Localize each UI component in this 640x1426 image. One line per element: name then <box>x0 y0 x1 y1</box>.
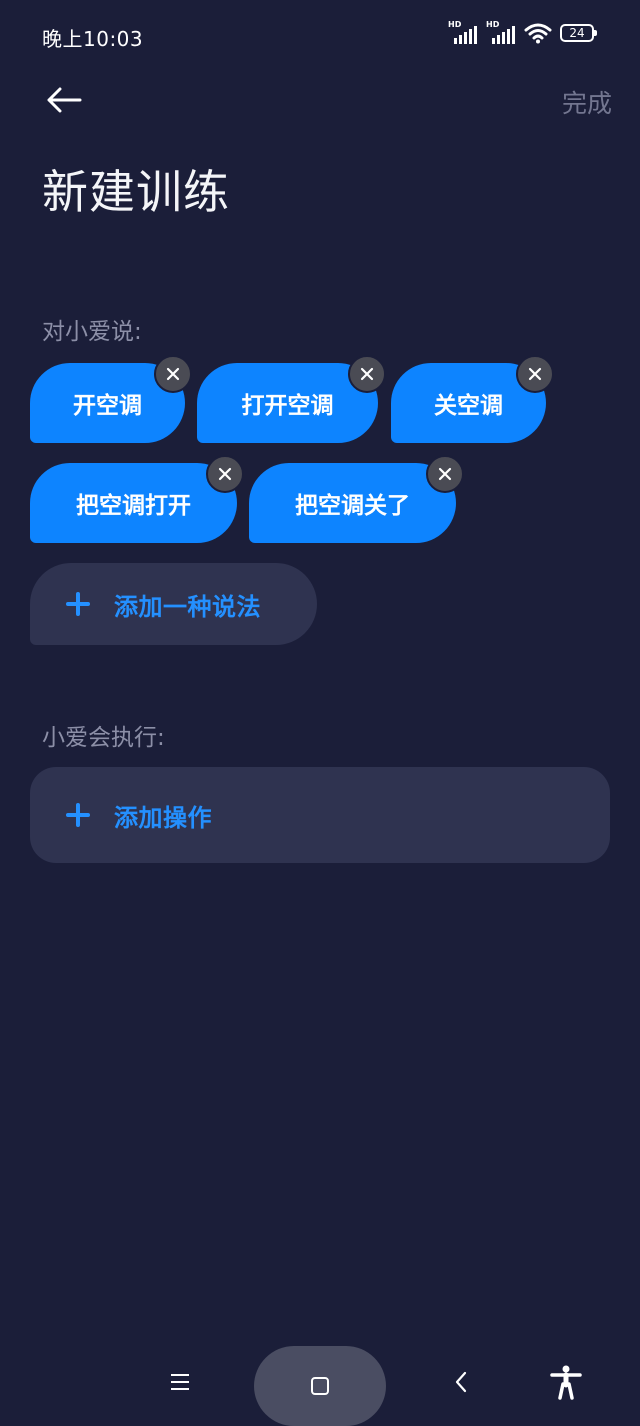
remove-phrase-button[interactable] <box>206 455 244 493</box>
remove-phrase-button[interactable] <box>348 355 386 393</box>
add-phrase-button[interactable]: 添加一种说法 <box>30 563 317 645</box>
close-icon <box>360 367 374 381</box>
accessibility-button[interactable] <box>548 1364 584 1400</box>
page-title: 新建训练 <box>42 165 230 219</box>
phrase-chip-label: 把空调打开 <box>76 493 191 519</box>
back-button[interactable] <box>42 80 86 120</box>
execute-section-label: 小爱会执行: <box>42 725 165 751</box>
remove-phrase-button[interactable] <box>154 355 192 393</box>
add-action-button[interactable]: 添加操作 <box>30 767 610 863</box>
accessibility-icon <box>550 1365 582 1400</box>
phrase-chip-label: 打开空调 <box>241 393 334 419</box>
close-icon <box>438 467 452 481</box>
home-button[interactable] <box>254 1346 386 1426</box>
close-icon <box>166 367 180 381</box>
menu-icon[interactable] <box>168 1370 192 1394</box>
navigation-bar <box>0 1342 640 1426</box>
phrase-chip-label: 开空调 <box>73 393 142 419</box>
plus-icon <box>66 803 90 827</box>
phrase-chip-label: 关空调 <box>434 393 503 419</box>
plus-icon <box>66 592 90 616</box>
status-bar: 晚上10:03 HD HD 24 <box>0 0 640 70</box>
add-phrase-label: 添加一种说法 <box>114 592 261 621</box>
wifi-icon <box>524 22 552 44</box>
status-icons: HD HD 24 <box>448 20 597 44</box>
battery-level: 24 <box>569 26 585 40</box>
remove-phrase-button[interactable] <box>516 355 554 393</box>
signal-icon: HD <box>486 20 516 44</box>
status-time: 晚上10:03 <box>42 27 144 51</box>
phrase-chip[interactable]: 把空调关了 <box>249 463 456 543</box>
close-icon <box>218 467 232 481</box>
close-icon <box>528 367 542 381</box>
home-icon <box>311 1377 329 1395</box>
chevron-left-icon <box>455 1371 467 1393</box>
add-action-label: 添加操作 <box>114 803 212 832</box>
done-button[interactable]: 完成 <box>562 84 612 120</box>
say-section-label: 对小爱说: <box>42 319 142 345</box>
battery-icon: 24 <box>560 24 597 42</box>
signal-icon: HD <box>448 20 478 44</box>
nav-back-button[interactable] <box>450 1370 474 1394</box>
arrow-left-icon <box>47 87 82 113</box>
remove-phrase-button[interactable] <box>426 455 464 493</box>
phrase-chip-label: 把空调关了 <box>295 493 410 519</box>
